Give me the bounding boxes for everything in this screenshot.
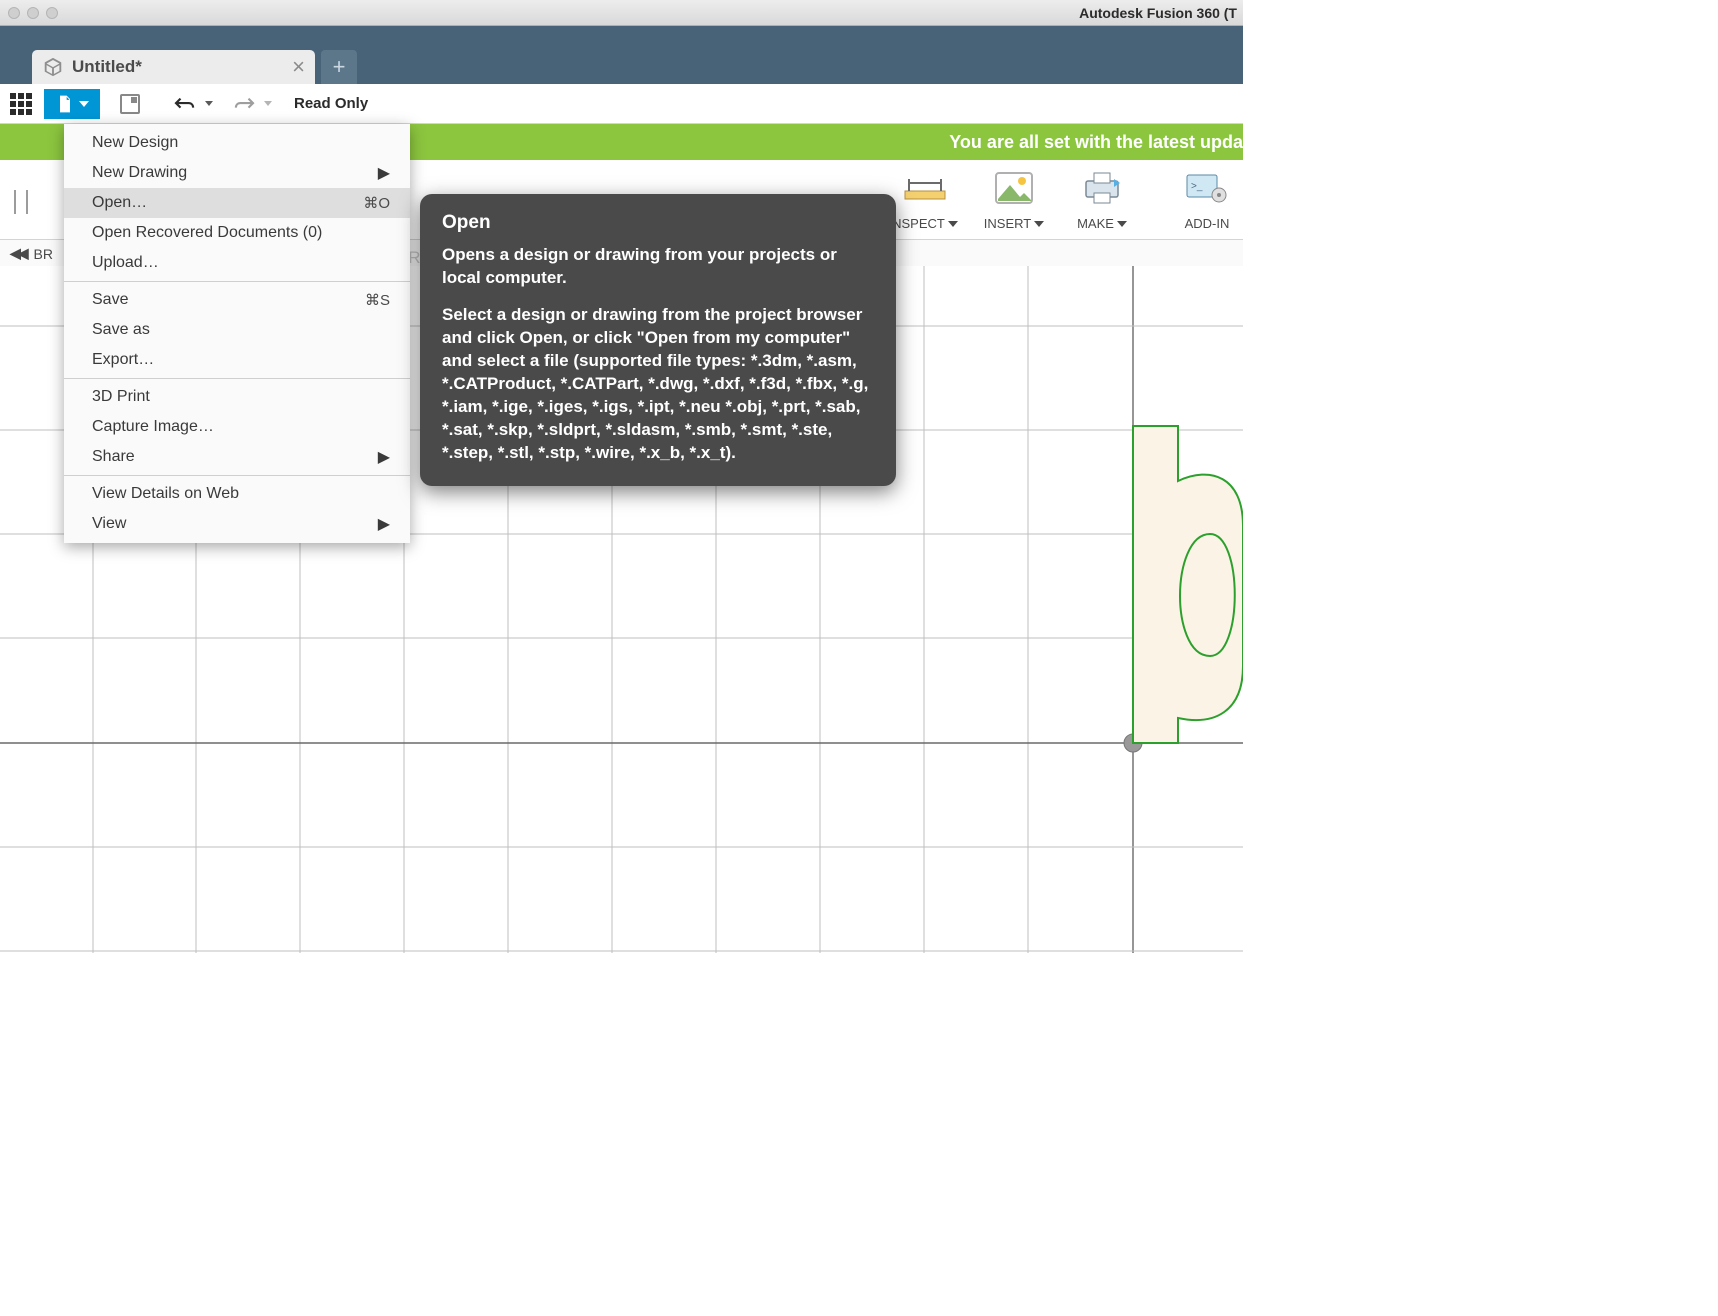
menu-open-recovered[interactable]: Open Recovered Documents (0): [64, 218, 410, 248]
menu-share[interactable]: Share▶: [64, 442, 410, 472]
file-icon: [55, 94, 75, 114]
menu-view-web[interactable]: View Details on Web: [64, 479, 410, 509]
ribbon-insert[interactable]: INSERT: [975, 160, 1053, 231]
script-gear-icon: >_: [1171, 166, 1243, 210]
printer-icon: [1063, 166, 1141, 210]
menu-capture-image[interactable]: Capture Image…: [64, 412, 410, 442]
cube-icon: [42, 56, 64, 78]
app-grid-icon: [10, 93, 32, 115]
shortcut-label: ⌘S: [365, 291, 390, 309]
submenu-arrow-icon: ▶: [378, 514, 390, 534]
traffic-lights: [8, 7, 58, 19]
zoom-window-icon[interactable]: [46, 7, 58, 19]
mac-titlebar: Autodesk Fusion 360 (T: [0, 0, 1243, 26]
sketch-profile[interactable]: [1133, 426, 1243, 743]
tooltip-title: Open: [442, 212, 874, 234]
svg-text:>_: >_: [1191, 181, 1203, 192]
menu-separator: [64, 475, 410, 476]
undo-icon: [174, 95, 196, 113]
menu-export[interactable]: Export…: [64, 345, 410, 375]
close-tab-icon[interactable]: ×: [292, 56, 305, 78]
help-tooltip: Open Opens a design or drawing from your…: [420, 194, 896, 486]
chevron-down-icon: [1034, 221, 1044, 227]
rewind-icon[interactable]: ◀◀: [10, 245, 26, 262]
main-toolbar: Read Only: [0, 84, 1243, 124]
undo-button[interactable]: [174, 89, 196, 119]
minimize-window-icon[interactable]: [27, 7, 39, 19]
menu-upload[interactable]: Upload…: [64, 248, 410, 278]
ribbon-addins[interactable]: >_ ADD-IN: [1171, 160, 1243, 231]
tooltip-body: Select a design or drawing from the proj…: [442, 304, 874, 465]
chevron-down-icon: [1117, 221, 1127, 227]
ribbon-inspect-label: NSPECT: [892, 216, 945, 231]
menu-new-drawing[interactable]: New Drawing▶: [64, 158, 410, 188]
submenu-arrow-icon: ▶: [378, 163, 390, 183]
ribbon-drag-handle[interactable]: [14, 190, 28, 214]
shortcut-label: ⌘O: [363, 194, 390, 212]
close-window-icon[interactable]: [8, 7, 20, 19]
browser-label: BR: [34, 246, 53, 262]
tab-label: Untitled*: [72, 57, 286, 77]
ribbon-make-label: MAKE: [1077, 216, 1114, 231]
tooltip-intro: Opens a design or drawing from your proj…: [442, 244, 874, 290]
menu-new-design[interactable]: New Design: [64, 128, 410, 158]
app-title: Autodesk Fusion 360 (T: [58, 5, 1243, 21]
ribbon-addins-label: ADD-IN: [1185, 216, 1230, 231]
add-tab-button[interactable]: +: [321, 50, 357, 84]
redo-button[interactable]: [233, 89, 255, 119]
save-icon: [120, 94, 140, 114]
file-menu-dropdown: New Design New Drawing▶ Open…⌘O Open Rec…: [64, 124, 410, 543]
menu-separator: [64, 378, 410, 379]
file-menu-button[interactable]: [44, 89, 100, 119]
document-tab[interactable]: Untitled* ×: [32, 50, 315, 84]
chevron-down-icon: [948, 221, 958, 227]
redo-icon: [233, 95, 255, 113]
menu-separator: [64, 281, 410, 282]
ribbon-inspect[interactable]: NSPECT: [886, 160, 964, 231]
menu-3d-print[interactable]: 3D Print: [64, 382, 410, 412]
update-banner-text: You are all set with the latest upda: [949, 132, 1243, 153]
app-grid-button[interactable]: [10, 89, 32, 119]
menu-open[interactable]: Open…⌘O: [64, 188, 410, 218]
undo-dropdown-icon[interactable]: [205, 101, 213, 106]
ruler-icon: [886, 166, 964, 210]
menu-save-as[interactable]: Save as: [64, 315, 410, 345]
ribbon-make[interactable]: MAKE: [1063, 160, 1141, 231]
image-icon: [975, 166, 1053, 210]
menu-view[interactable]: View▶: [64, 509, 410, 539]
readonly-status: Read Only: [294, 95, 368, 112]
save-button[interactable]: [106, 89, 140, 119]
chevron-down-icon: [79, 101, 89, 107]
menu-save[interactable]: Save⌘S: [64, 285, 410, 315]
tab-strip: Untitled* × +: [0, 26, 1243, 84]
redo-dropdown-icon[interactable]: [264, 101, 272, 106]
ribbon-insert-label: INSERT: [984, 216, 1031, 231]
submenu-arrow-icon: ▶: [378, 447, 390, 467]
